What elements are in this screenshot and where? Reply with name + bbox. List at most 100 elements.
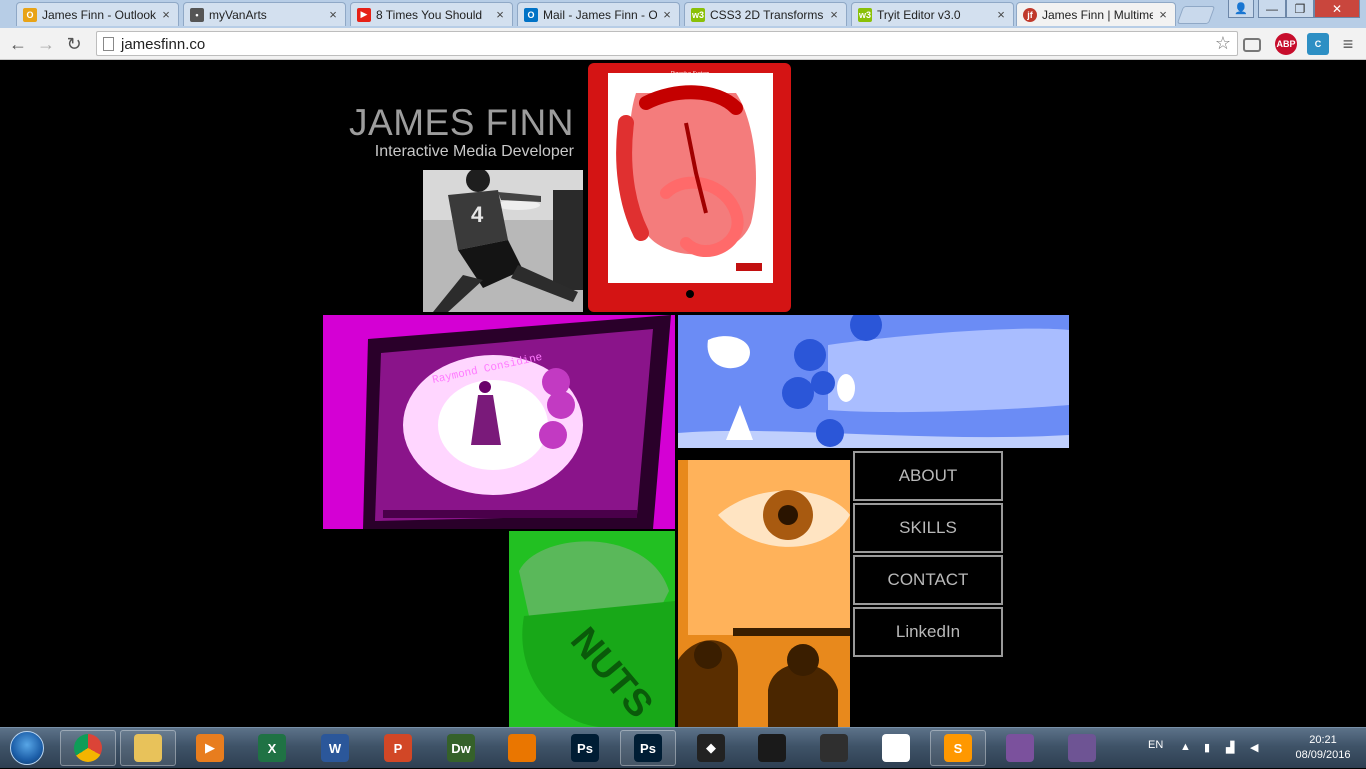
tab-title: 8 Times You Should [376, 7, 483, 22]
tab-css3-transforms[interactable]: w3 CSS3 2D Transforms × [684, 2, 847, 26]
taskbar-app[interactable]: ▶ [182, 730, 238, 766]
battery-icon[interactable]: ▮ [1204, 741, 1210, 754]
browser-toolbar: ← → ↻ jamesfinn.co ☆ ABP C ≡ [0, 28, 1366, 60]
taskbar-app[interactable] [868, 730, 924, 766]
grid-app-icon [882, 734, 910, 762]
tab-youtube[interactable]: ▶ 8 Times You Should × [350, 2, 513, 26]
url-text[interactable]: jamesfinn.co [121, 36, 205, 53]
tab-title: myVanArts [209, 7, 267, 22]
clock-date: 08/09/2016 [1295, 749, 1351, 761]
taskbar-app[interactable] [60, 730, 116, 766]
tab-strip: O James Finn - Outlook × • myVanArts × ▶… [0, 0, 1366, 28]
cast-icon[interactable] [1243, 38, 1261, 52]
forward-arrow-icon[interactable]: → [34, 32, 58, 56]
taskbar-app[interactable]: P [370, 730, 426, 766]
new-tab-button[interactable] [1176, 6, 1216, 24]
taskbar-app[interactable]: ◆ [683, 730, 739, 766]
web-page: JAMES FINN Interactive Media Developer 4… [0, 61, 1366, 727]
jf-icon: jf [1023, 7, 1037, 22]
dreamweaver-icon: Dw [447, 734, 475, 762]
close-icon[interactable]: × [494, 7, 506, 22]
show-hidden-icons-icon[interactable]: ▲ [1180, 741, 1191, 753]
menu-icon[interactable]: ≡ [1337, 33, 1359, 55]
close-icon[interactable]: × [828, 7, 840, 22]
taskbar-app[interactable]: X [244, 730, 300, 766]
taskbar-app[interactable] [120, 730, 176, 766]
w3schools-icon: w3 [691, 7, 705, 22]
eye-cinema-graphic[interactable] [678, 460, 850, 727]
raymond-considine-website[interactable]: Raymond Considine [323, 315, 675, 529]
taskbar-app[interactable]: Ps [620, 730, 676, 766]
vanarts-icon: • [190, 7, 204, 22]
reload-icon[interactable]: ↻ [62, 32, 86, 56]
about-button[interactable]: ABOUT [853, 451, 1003, 501]
volume-icon[interactable]: ◀ [1250, 741, 1258, 754]
linkedin-button[interactable]: LinkedIn [853, 607, 1003, 657]
adblock-plus-icon[interactable]: ABP [1275, 33, 1297, 55]
taskbar-app[interactable] [806, 730, 862, 766]
restore-button[interactable]: ❐ [1286, 0, 1314, 18]
tab-james-finn[interactable]: jf James Finn | Multime × [1016, 2, 1176, 26]
close-icon[interactable]: × [160, 7, 172, 22]
tab-mail[interactable]: O Mail - James Finn - O × [517, 2, 680, 26]
space-game-screenshot[interactable] [678, 315, 1069, 448]
close-icon[interactable]: × [661, 7, 673, 22]
minimize-button[interactable]: — [1258, 0, 1286, 18]
tab-title: Mail - James Finn - O [543, 7, 657, 22]
clock[interactable]: 20:21 08/09/2016 [1288, 733, 1358, 763]
close-icon[interactable]: × [995, 7, 1007, 22]
tab-title: James Finn - Outlook [42, 7, 156, 22]
clock-time: 20:21 [1309, 734, 1337, 746]
photoshop-icon-2: Ps [634, 734, 662, 762]
tab-title: James Finn | Multime [1042, 7, 1153, 22]
tab-myvanarts[interactable]: • myVanArts × [183, 2, 346, 26]
viber-icon [1006, 734, 1034, 762]
nuts-graphic[interactable]: NUTS [509, 531, 675, 727]
taskbar-app[interactable]: Dw [433, 730, 489, 766]
skills-button[interactable]: SKILLS [853, 503, 1003, 553]
portrait-photo[interactable]: 4 [423, 170, 583, 312]
site-header: JAMES FINN Interactive Media Developer [340, 103, 574, 161]
powerpoint-icon: P [384, 734, 412, 762]
taskbar-app[interactable]: S [930, 730, 986, 766]
profile-icon[interactable]: 👤 [1228, 0, 1254, 18]
system-tray: EN ▲ ▮ ▟ ◀ 20:21 08/09/2016 [1138, 728, 1366, 769]
close-icon[interactable]: × [1157, 7, 1169, 22]
w3schools-icon: w3 [858, 7, 872, 22]
contact-button[interactable]: CONTACT [853, 555, 1003, 605]
tab-outlook[interactable]: O James Finn - Outlook × [16, 2, 179, 26]
taskbar-app[interactable] [1054, 730, 1110, 766]
file-explorer-icon [134, 734, 162, 762]
terminal-icon [820, 734, 848, 762]
address-bar[interactable]: jamesfinn.co ☆ [96, 31, 1238, 56]
digestive-app-tablet[interactable]: Digestive System [586, 63, 791, 312]
back-arrow-icon[interactable]: ← [6, 32, 30, 56]
close-icon[interactable]: × [327, 7, 339, 22]
taskbar-app[interactable]: Ps [557, 730, 613, 766]
tablet-illustration: Digestive System [586, 63, 791, 312]
extension-icon[interactable]: C [1307, 33, 1329, 55]
unity-icon: ◆ [697, 734, 725, 762]
tab-title: CSS3 2D Transforms [710, 7, 824, 22]
game-illustration [678, 315, 1069, 448]
tab-title: Tryit Editor v3.0 [877, 7, 961, 22]
media-player-icon: ▶ [196, 734, 224, 762]
blender-icon [508, 734, 536, 762]
github-icon [1068, 734, 1096, 762]
network-icon[interactable]: ▟ [1226, 741, 1234, 754]
youtube-icon: ▶ [357, 7, 371, 22]
sublime-text-icon: S [944, 734, 972, 762]
taskbar-app[interactable] [494, 730, 550, 766]
window-close-button[interactable]: ✕ [1314, 0, 1360, 18]
eye-illustration [678, 460, 850, 727]
taskbar-app[interactable]: W [307, 730, 363, 766]
tab-tryit-editor[interactable]: w3 Tryit Editor v3.0 × [851, 2, 1014, 26]
bookmark-star-icon[interactable]: ☆ [1215, 33, 1231, 54]
taskbar-app[interactable] [992, 730, 1048, 766]
taskbar-app[interactable] [744, 730, 800, 766]
start-button[interactable] [4, 729, 50, 767]
acorn-illustration: NUTS [509, 531, 675, 727]
frisbee-player-illustration: 4 [423, 170, 583, 312]
word-icon: W [321, 734, 349, 762]
language-indicator[interactable]: EN [1148, 739, 1163, 751]
